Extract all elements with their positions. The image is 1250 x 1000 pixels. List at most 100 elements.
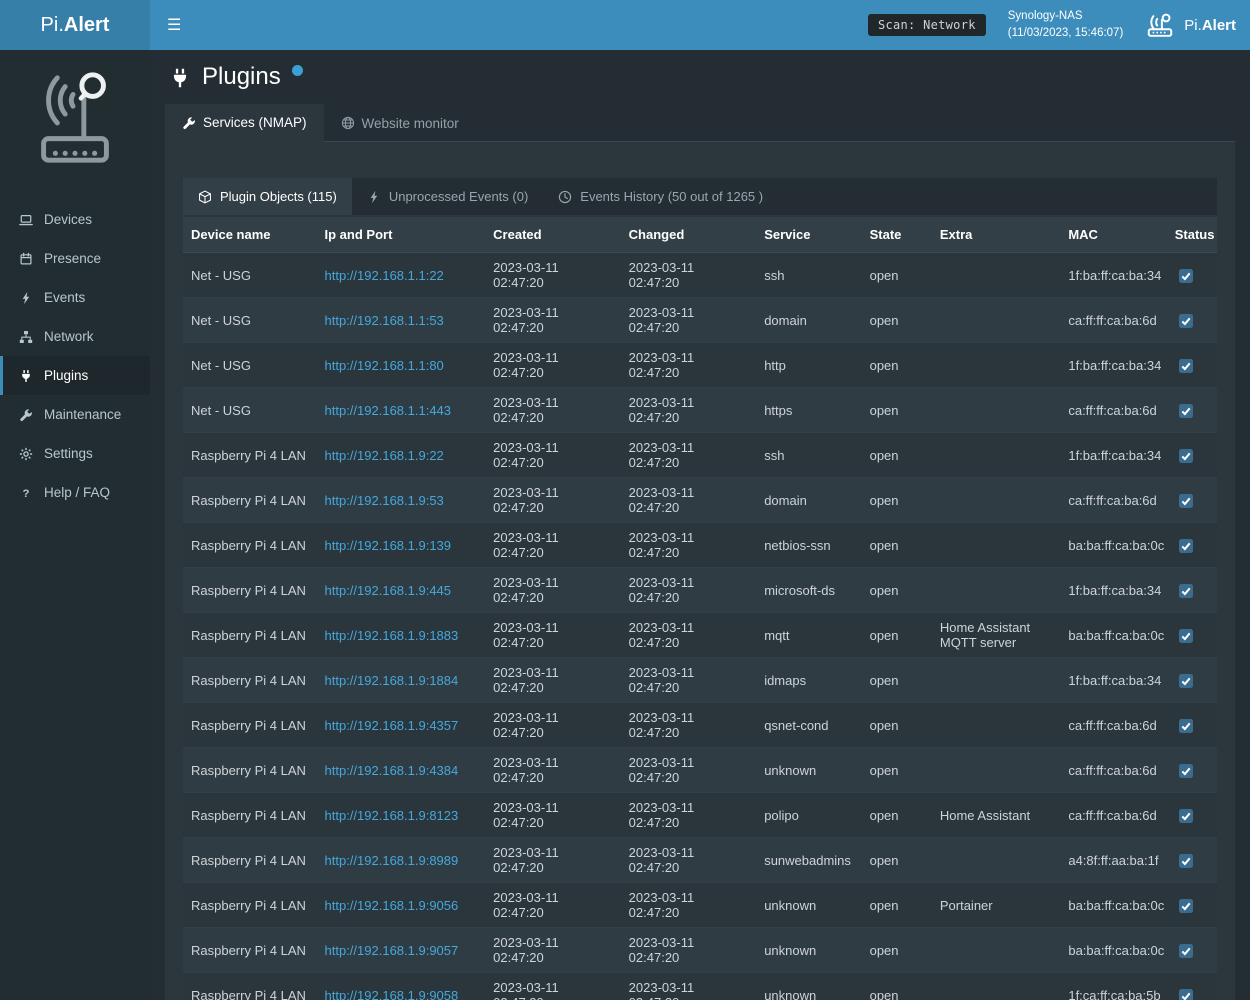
ip-port-link[interactable]: http://192.168.1.9:445 <box>325 583 452 598</box>
cell-service: unknown <box>756 973 861 1000</box>
status-checkbox[interactable] <box>1179 854 1193 868</box>
laptop-icon <box>17 213 34 227</box>
sidebar-item-settings[interactable]: Settings <box>0 434 150 473</box>
status-checkbox[interactable] <box>1179 674 1193 688</box>
ip-port-link[interactable]: http://192.168.1.1:80 <box>325 358 444 373</box>
ip-port-link[interactable]: http://192.168.1.9:4357 <box>325 718 459 733</box>
column-header-changed[interactable]: Changed <box>621 217 757 253</box>
ip-port-link[interactable]: http://192.168.1.9:9056 <box>325 898 459 913</box>
cell-state: open <box>862 433 932 478</box>
cell-state: open <box>862 298 932 343</box>
title-help-badge[interactable] <box>292 65 303 76</box>
cell-created: 2023-03-11 02:47:20 <box>485 478 621 523</box>
status-checkbox[interactable] <box>1179 764 1193 778</box>
cell-state: open <box>862 343 932 388</box>
table-row: Raspberry Pi 4 LAN http://192.168.1.9:13… <box>183 523 1217 568</box>
host-name: Synology-NAS <box>1008 8 1124 25</box>
column-header-state[interactable]: State <box>862 217 932 253</box>
navbar: ☰ Scan: Network Synology-NAS (11/03/2023… <box>150 0 1250 50</box>
status-checkbox[interactable] <box>1179 449 1193 463</box>
status-checkbox[interactable] <box>1179 404 1193 418</box>
app-logo[interactable]: Pi.Alert <box>0 0 150 50</box>
cell-extra: Home Assistant <box>932 793 1060 838</box>
ip-port-link[interactable]: http://192.168.1.9:1884 <box>325 673 459 688</box>
hamburger-menu-icon[interactable]: ☰ <box>150 0 198 50</box>
cell-mac: ba:ba:ff:ca:ba:0c <box>1060 928 1166 973</box>
wrench-icon <box>182 116 196 130</box>
column-header-mac[interactable]: MAC <box>1060 217 1166 253</box>
status-checkbox[interactable] <box>1179 269 1193 283</box>
column-header-extra[interactable]: Extra <box>932 217 1060 253</box>
tab-events-history-50-out-of-1265[interactable]: Events History (50 out of 1265 ) <box>543 178 778 215</box>
cell-extra <box>932 433 1060 478</box>
cell-service: domain <box>756 298 861 343</box>
sidebar-item-devices[interactable]: Devices <box>0 200 150 239</box>
ip-port-link[interactable]: http://192.168.1.1:53 <box>325 313 444 328</box>
cell-changed: 2023-03-11 02:47:20 <box>621 388 757 433</box>
sidebar-item-label: Presence <box>44 251 101 266</box>
sidebar-item-label: Events <box>44 290 85 305</box>
cell-mac: 1f:ba:ff:ca:ba:34 <box>1060 433 1166 478</box>
sidebar-item-network[interactable]: Network <box>0 317 150 356</box>
cell-changed: 2023-03-11 02:47:20 <box>621 253 757 298</box>
ip-port-link[interactable]: http://192.168.1.9:9058 <box>325 988 459 1000</box>
cell-state: open <box>862 748 932 793</box>
column-header-service[interactable]: Service <box>756 217 861 253</box>
status-checkbox[interactable] <box>1179 494 1193 508</box>
cell-mac: ba:ba:ff:ca:ba:0c <box>1060 523 1166 568</box>
tab-label: Unprocessed Events (0) <box>389 189 528 204</box>
status-checkbox[interactable] <box>1179 899 1193 913</box>
column-header-ip-and-port[interactable]: Ip and Port <box>317 217 486 253</box>
cell-state: open <box>862 478 932 523</box>
column-header-status[interactable]: Status <box>1167 217 1217 253</box>
status-checkbox[interactable] <box>1179 584 1193 598</box>
sitemap-icon <box>17 330 34 344</box>
ip-port-link[interactable]: http://192.168.1.9:1883 <box>325 628 459 643</box>
cell-state: open <box>862 388 932 433</box>
ip-port-link[interactable]: http://192.168.1.9:8123 <box>325 808 459 823</box>
ip-port-link[interactable]: http://192.168.1.9:4384 <box>325 763 459 778</box>
ip-port-link[interactable]: http://192.168.1.9:22 <box>325 448 444 463</box>
cell-mac: ca:ff:ff:ca:ba:6d <box>1060 748 1166 793</box>
status-checkbox[interactable] <box>1179 809 1193 823</box>
ip-port-link[interactable]: http://192.168.1.9:139 <box>325 538 452 553</box>
tab-unprocessed-events-0[interactable]: Unprocessed Events (0) <box>352 178 543 215</box>
status-checkbox[interactable] <box>1179 314 1193 328</box>
status-checkbox[interactable] <box>1179 539 1193 553</box>
cell-created: 2023-03-11 02:47:20 <box>485 433 621 478</box>
bolt-icon <box>17 291 34 305</box>
cell-created: 2023-03-11 02:47:20 <box>485 298 621 343</box>
status-checkbox[interactable] <box>1179 944 1193 958</box>
tab-services-nmap[interactable]: Services (NMAP) <box>165 104 324 142</box>
ip-port-link[interactable]: http://192.168.1.9:53 <box>325 493 444 508</box>
column-header-created[interactable]: Created <box>485 217 621 253</box>
brand-link[interactable]: Pi.Alert <box>1145 13 1236 38</box>
cell-changed: 2023-03-11 02:47:20 <box>621 298 757 343</box>
sidebar-item-events[interactable]: Events <box>0 278 150 317</box>
status-checkbox[interactable] <box>1179 989 1193 1000</box>
table-row: Net - USG http://192.168.1.1:443 2023-03… <box>183 388 1217 433</box>
svg-text:?: ? <box>22 488 29 500</box>
cell-created: 2023-03-11 02:47:20 <box>485 568 621 613</box>
plugin-tabs: Services (NMAP) Website monitor <box>165 104 1235 142</box>
cell-state: open <box>862 928 932 973</box>
sidebar-item-help-faq[interactable]: ? Help / FAQ <box>0 473 150 512</box>
cell-changed: 2023-03-11 02:47:20 <box>621 433 757 478</box>
ip-port-link[interactable]: http://192.168.1.9:8989 <box>325 853 459 868</box>
tab-plugin-objects-115[interactable]: Plugin Objects (115) <box>183 178 352 215</box>
ip-port-link[interactable]: http://192.168.1.9:9057 <box>325 943 459 958</box>
ip-port-link[interactable]: http://192.168.1.1:22 <box>325 268 444 283</box>
sidebar-item-plugins[interactable]: Plugins <box>0 356 150 395</box>
cell-mac: ca:ff:ff:ca:ba:6d <box>1060 478 1166 523</box>
sidebar-item-presence[interactable]: Presence <box>0 239 150 278</box>
cell-created: 2023-03-11 02:47:20 <box>485 613 621 658</box>
tab-website-monitor[interactable]: Website monitor <box>324 104 476 142</box>
status-checkbox[interactable] <box>1179 359 1193 373</box>
status-checkbox[interactable] <box>1179 719 1193 733</box>
ip-port-link[interactable]: http://192.168.1.1:443 <box>325 403 452 418</box>
cell-extra <box>932 748 1060 793</box>
table-row: Raspberry Pi 4 LAN http://192.168.1.9:18… <box>183 658 1217 703</box>
sidebar-item-maintenance[interactable]: Maintenance <box>0 395 150 434</box>
status-checkbox[interactable] <box>1179 629 1193 643</box>
column-header-device-name[interactable]: Device name <box>183 217 317 253</box>
